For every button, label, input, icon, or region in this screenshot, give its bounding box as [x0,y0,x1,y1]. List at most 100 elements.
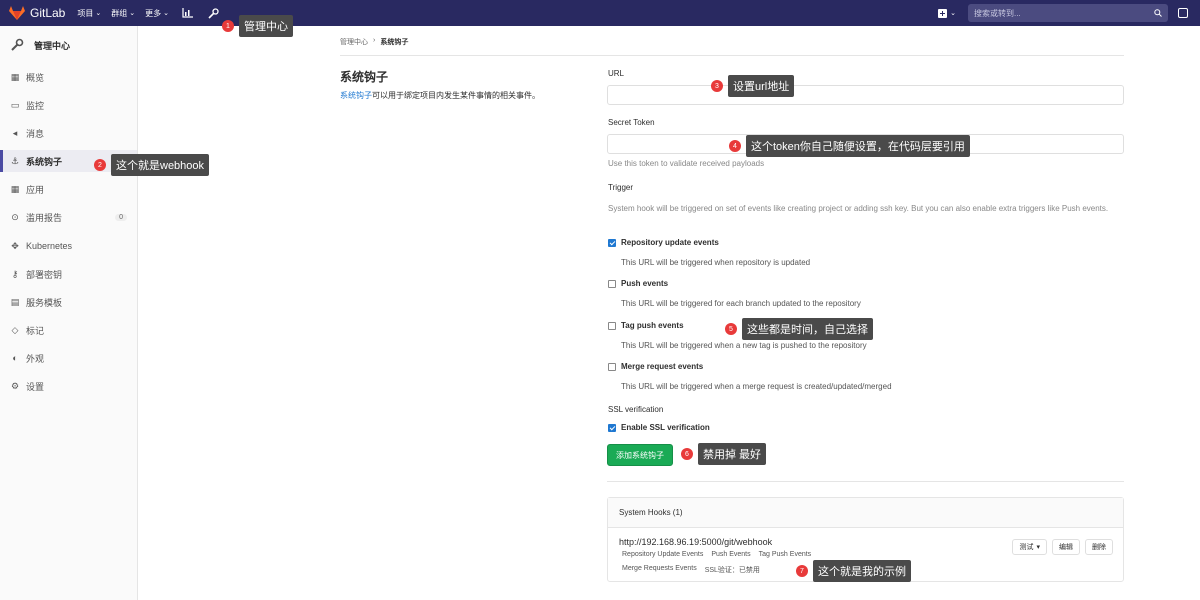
checkbox-checked-icon[interactable] [608,423,616,432]
gitlab-logo[interactable]: GitLab [9,6,65,20]
search-input[interactable]: 搜索或转到... [968,4,1168,22]
delete-hook-button[interactable]: 删除 [1085,539,1113,555]
breadcrumb-current[interactable]: 系统钩子 [380,37,408,47]
system-hooks-link[interactable]: 系统钩子 [340,91,372,100]
wrench-icon [11,38,24,51]
count-badge: 0 [115,213,127,221]
nav-groups[interactable]: 群组 ⌄ [111,8,135,19]
annotation-text: 禁用掉 最好 [698,443,767,465]
search-icon [1154,9,1162,17]
nav-more[interactable]: 更多 ⌄ [145,8,169,19]
hook-ssl-status: SSL验证：已禁用 [704,567,760,574]
edit-hook-button[interactable]: 编辑 [1052,539,1080,555]
annotation-2: 2 这个就是webhook [94,154,210,176]
chevron-down-icon: ⌄ [129,10,136,17]
sidebar-item-appearance[interactable]: ◐ 外观 [0,347,137,369]
sidebar-item-label: 系统钩子 [26,156,63,167]
key-icon: ⚷ [11,268,19,279]
tag-push-events-checkbox[interactable]: Tag push events [608,321,684,330]
sidebar-item-settings[interactable]: ⚙ 设置 [0,375,137,397]
chevron-down-icon: ⌄ [950,10,956,17]
sidebar-item-applications[interactable]: ▦ 应用 [0,178,137,200]
sidebar-item-label: 应用 [26,184,45,195]
system-hooks-title: System Hooks (1) [608,498,1123,528]
annotation-text: 管理中心 [239,15,293,37]
nav-projects[interactable]: 项目 ⌄ [77,8,101,19]
enable-ssl-checkbox[interactable]: Enable SSL verification [608,423,710,432]
sidebar-item-deploy-keys[interactable]: ⚷ 部署密钥 [0,263,137,285]
annotation-number: 3 [711,80,723,92]
gitlab-fox-icon [9,6,25,20]
plus-icon [938,8,948,18]
divider [340,55,1124,56]
test-hook-button[interactable]: 测试 ▾ [1012,539,1047,555]
sidebar-item-abuse-reports[interactable]: ⊙ 滥用报告 0 [0,206,137,228]
admin-wrench-icon[interactable] [207,6,221,20]
annotation-6: 6 禁用掉 最好 [681,443,767,465]
sidebar-item-label: 部署密钥 [26,269,63,280]
sidebar-item-monitoring[interactable]: ▭ 监控 [0,94,137,116]
sidebar-item-overview[interactable]: ▦ 概览 [0,66,137,88]
new-item-dropdown[interactable]: ⌄ [938,8,956,18]
hook-event-tags: Repository Update Events Push Events Tag… [622,551,811,558]
monitor-icon: ▭ [10,99,20,110]
appearance-icon: ◐ [12,353,18,363]
sidebar-item-messages[interactable]: ◂ 消息 [0,122,137,144]
messages-icon: ◂ [12,127,18,138]
delete-hook-label: 删除 [1092,544,1106,551]
sidebar-item-kubernetes[interactable]: ✥ Kubernetes [0,235,137,257]
annotation-text: 这个token你自己随便设置，在代码层要引用 [746,135,970,157]
hook-tag: Merge Requests Events [622,565,697,572]
section-description-text: 可以用于绑定项目内发生某件事情的相关事件。 [372,91,540,100]
hook-icon: ⚓ [10,155,20,166]
trigger-label: Trigger [608,183,634,192]
chevron-down-icon: ⌄ [163,10,169,17]
admin-sidebar: 管理中心 ▦ 概览 ▭ 监控 ◂ 消息 ⚓ 系统钩子 ▦ 应用 ⊙ 滥用报告 0 ✥ Kuber… [0,26,138,600]
top-navbar: GitLab 项目 ⌄ 群组 ⌄ 更多 ⌄ ⌄ 搜索或转到... [0,0,1200,26]
hook-tag: Tag Push Events [758,551,812,558]
hook-tag: Repository Update Events [622,551,704,558]
breadcrumb-parent[interactable]: 管理中心 [340,37,368,47]
annotation-number: 4 [729,140,741,152]
annotation-number: 5 [725,323,737,335]
activity-chart-icon[interactable] [181,6,195,20]
merge-request-events-checkbox[interactable]: Merge request events [608,362,703,371]
url-input[interactable] [607,85,1124,105]
push-events-checkbox[interactable]: Push events [608,279,668,288]
section-description: 系统钩子可以用于绑定项目内发生某件事情的相关事件。 [340,90,540,101]
sidebar-item-labels[interactable]: ◇ 标记 [0,319,137,341]
hook-tag: Push Events [711,551,751,558]
checkbox-icon[interactable] [608,279,616,288]
kubernetes-icon: ✥ [11,240,19,251]
apps-icon: ▦ [10,183,20,194]
sidebar-header[interactable]: 管理中心 [0,26,137,64]
overview-icon: ▦ [10,71,20,82]
annotation-number: 1 [222,20,234,32]
brand-name: GitLab [30,6,66,20]
add-system-hook-button[interactable]: 添加系统钩子 [607,444,673,466]
hook-event-tags: Merge Requests Events SSL验证：已禁用 [622,565,760,575]
user-menu-icon[interactable] [1178,8,1188,18]
secret-token-help: Use this token to validate received payl… [608,159,765,168]
url-label: URL [608,69,625,78]
sidebar-item-service-templates[interactable]: ▤ 服务模板 [0,291,137,313]
nav-groups-label: 群组 [111,8,128,18]
annotation-number: 6 [681,448,693,460]
trigger-option-desc: This URL will be triggered when a new ta… [621,341,867,350]
repository-update-events-checkbox[interactable]: Repository update events [608,238,719,247]
checkbox-icon[interactable] [608,321,616,330]
sidebar-item-label: 外观 [26,353,45,364]
sidebar-item-label: 设置 [26,381,45,392]
checkbox-icon[interactable] [608,362,616,371]
ssl-verification-label: SSL verification [608,405,664,414]
annotation-7: 7 这个就是我的示例 [796,560,911,582]
abuse-icon: ⊙ [11,211,19,222]
sidebar-item-label: 滥用报告 [26,212,63,223]
sidebar-item-label: 概览 [26,72,45,83]
ssl-option-label: Enable SSL verification [621,423,710,432]
trigger-option-desc: This URL will be triggered for each bran… [621,299,861,308]
edit-hook-label: 编辑 [1059,544,1073,551]
caret-down-icon: ▾ [1036,544,1040,551]
sidebar-item-label: 服务模板 [26,297,63,308]
checkbox-checked-icon[interactable] [608,238,616,247]
